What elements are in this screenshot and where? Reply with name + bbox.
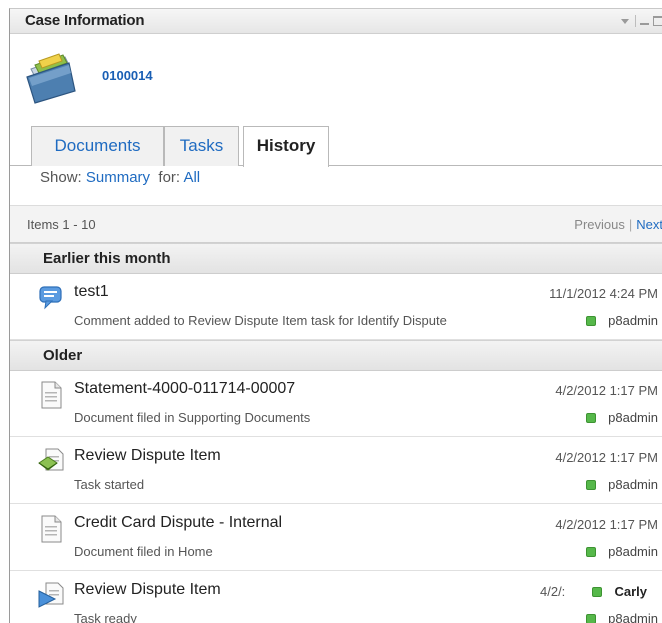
entry-user[interactable]: p8admin (586, 313, 658, 328)
entry-date: 4/2/2012 1:17 PM (555, 517, 658, 532)
entry-name: Statement-4000-011714-00007 (74, 380, 296, 397)
panel-titlebar: Case Information (10, 9, 662, 34)
entry-user[interactable]: p8admin (586, 611, 658, 623)
folder-icon (26, 53, 76, 104)
history-row[interactable]: Review Dispute Item Task ready 4/2/: Car… (10, 572, 662, 623)
entry-name: Review Dispute Item (74, 447, 221, 464)
entry-name: test1 (74, 283, 109, 300)
pager: Previous | Next (574, 217, 662, 232)
panel-title: Case Information (25, 12, 145, 29)
document-icon (41, 515, 62, 543)
presence-online-icon (586, 613, 597, 623)
tab-documents[interactable]: Documents (31, 126, 164, 166)
tab-bar: Documents Tasks History (10, 126, 662, 167)
entry-user-name: p8admin (608, 477, 658, 492)
entry-description: Comment added to Review Dispute Item tas… (74, 313, 447, 328)
entry-user[interactable]: p8admin (586, 544, 658, 559)
entry-date: 4/2/2012 1:17 PM (555, 450, 658, 465)
next-link[interactable]: Next (636, 217, 662, 232)
for-label: for: (158, 169, 181, 186)
case-id-link[interactable]: 0100014 (102, 68, 153, 83)
entry-user-name: p8admin (608, 410, 658, 425)
group-header-older: Older (10, 340, 662, 371)
entry-description: Task ready (74, 611, 137, 623)
presence-online-icon (586, 546, 597, 557)
hover-user-name: Carly (614, 584, 647, 599)
for-all-link[interactable]: All (183, 169, 200, 186)
entry-user-name: p8admin (608, 611, 658, 623)
tab-tasks[interactable]: Tasks (164, 126, 239, 166)
minimize-icon[interactable] (640, 23, 649, 25)
entry-user[interactable]: p8admin (586, 477, 658, 492)
entry-name: Credit Card Dispute - Internal (74, 514, 283, 531)
group-header-earlier-this-month: Earlier this month (10, 243, 662, 274)
hover-user-card[interactable]: Carly (592, 584, 647, 599)
show-summary-link[interactable]: Summary (86, 169, 150, 186)
pagination-bar: Items 1 - 10 Previous | Next (10, 205, 662, 243)
history-filter: Show: Summary for: All (40, 169, 200, 186)
entry-date: 11/1/2012 4:24 PM (549, 286, 658, 301)
panel-menu-icon[interactable] (621, 18, 629, 24)
history-row[interactable]: Review Dispute Item Task started 4/2/201… (10, 438, 662, 504)
pager-separator: | (628, 217, 633, 232)
presence-online-icon (586, 315, 597, 326)
entry-user[interactable]: p8admin (586, 410, 658, 425)
entry-date: 4/2/2012 1:17 PM (555, 383, 658, 398)
task-started-icon (38, 448, 64, 471)
entry-description: Document filed in Home (74, 544, 213, 559)
history-row[interactable]: test1 Comment added to Review Dispute It… (10, 274, 662, 340)
presence-online-icon (586, 412, 597, 423)
comment-icon (39, 286, 62, 310)
divider (635, 15, 636, 27)
entry-user-name: p8admin (608, 544, 658, 559)
show-label: Show: (40, 169, 82, 186)
panel-controls (621, 13, 662, 29)
previous-link[interactable]: Previous (574, 217, 625, 232)
document-icon (41, 381, 62, 409)
entry-description: Task started (74, 477, 145, 492)
maximize-icon[interactable] (653, 16, 662, 26)
history-row[interactable]: Statement-4000-011714-00007 Document fil… (10, 371, 662, 437)
task-ready-icon (38, 582, 64, 608)
entry-description: Document filed in Supporting Documents (74, 410, 311, 425)
entry-user-name: p8admin (608, 313, 658, 328)
presence-online-icon (592, 586, 603, 597)
presence-online-icon (586, 479, 597, 490)
case-information-panel: Case Information 0100014 Documents Tasks… (9, 8, 662, 623)
items-count: Items 1 - 10 (27, 217, 96, 232)
entry-name: Review Dispute Item (74, 581, 221, 598)
entry-date: 4/2/: (540, 584, 566, 599)
history-row[interactable]: Credit Card Dispute - Internal Document … (10, 505, 662, 571)
tab-history[interactable]: History (243, 126, 329, 167)
